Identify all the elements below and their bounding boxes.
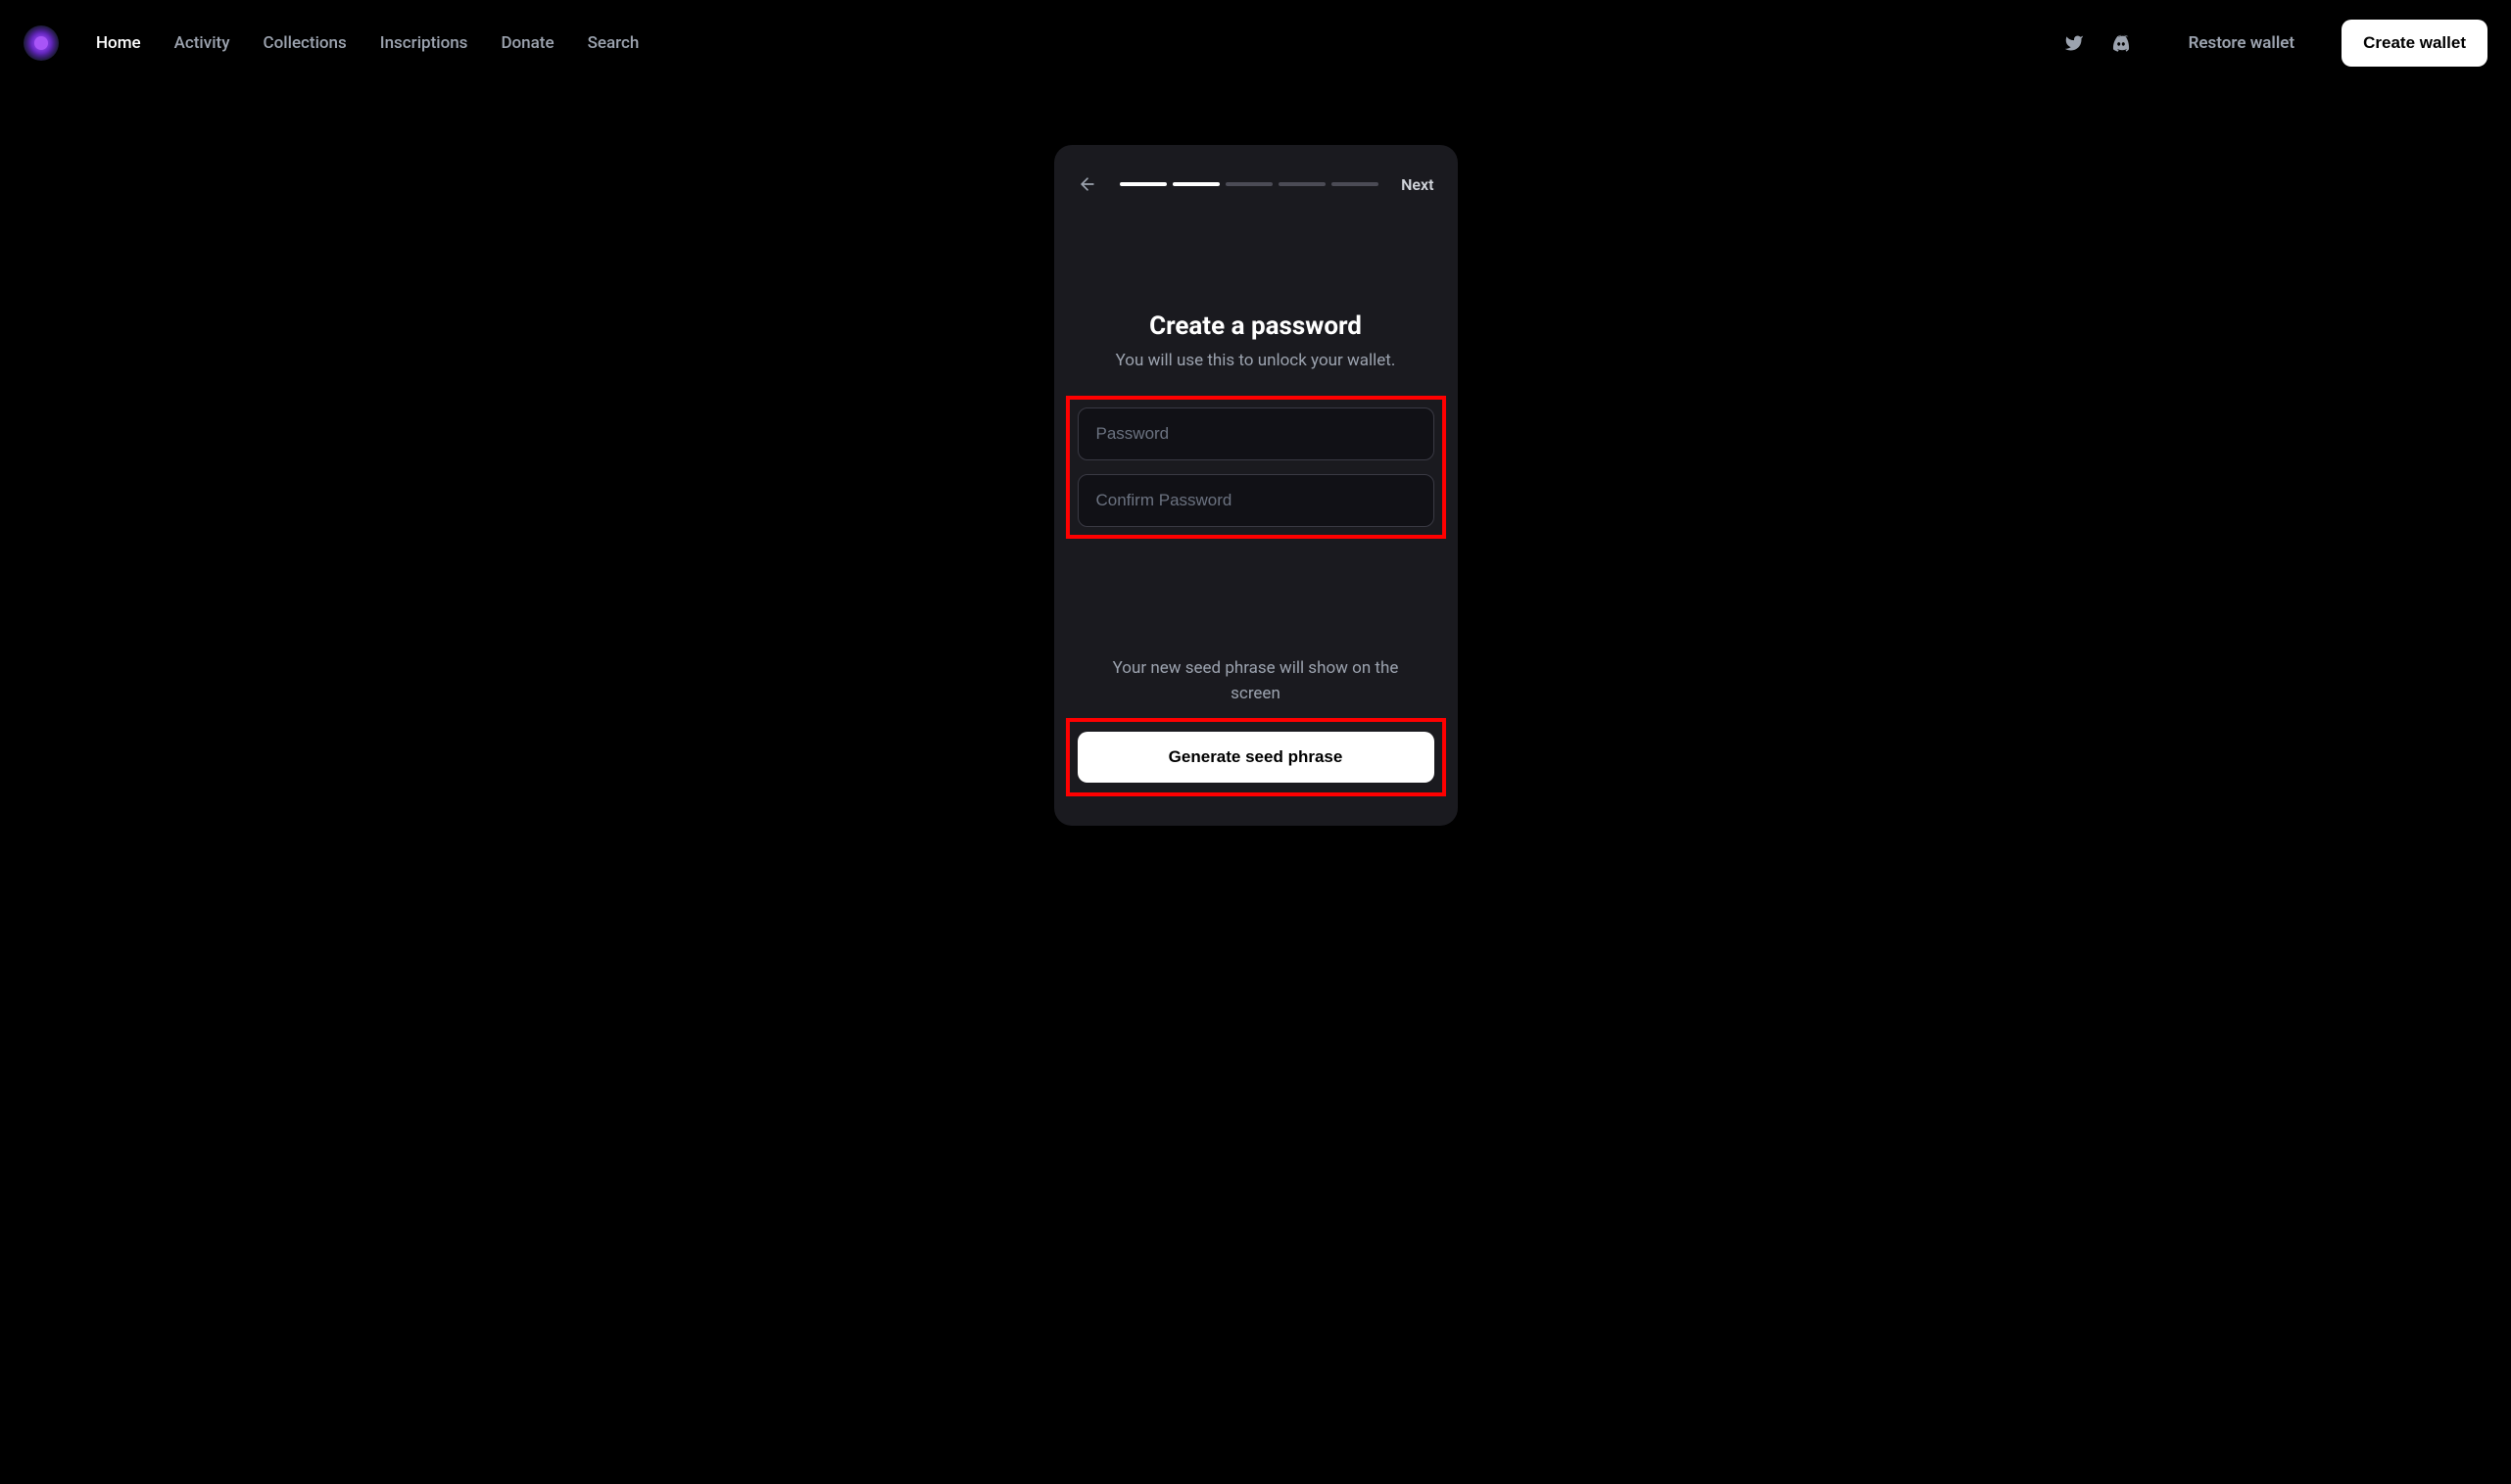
progress-step-1	[1120, 182, 1167, 186]
nav-search[interactable]: Search	[588, 33, 640, 53]
nav-home[interactable]: Home	[96, 33, 141, 53]
social-icons	[2063, 32, 2132, 54]
progress-indicator	[1117, 182, 1382, 186]
nav-links: Home Activity Collections Inscriptions D…	[96, 33, 639, 53]
generate-button-highlight: Generate seed phrase	[1066, 718, 1446, 796]
progress-step-5	[1331, 182, 1378, 186]
form-subtitle: You will use this to unlock your wallet.	[1078, 351, 1434, 370]
app-logo-icon[interactable]	[24, 25, 59, 61]
progress-step-3	[1226, 182, 1273, 186]
password-input[interactable]	[1078, 407, 1434, 460]
restore-wallet-link[interactable]: Restore wallet	[2189, 33, 2295, 53]
nav-donate[interactable]: Donate	[501, 33, 554, 53]
nav-collections[interactable]: Collections	[264, 33, 347, 53]
panel-header: Next	[1078, 174, 1434, 194]
twitter-icon[interactable]	[2063, 32, 2085, 54]
progress-step-2	[1173, 182, 1220, 186]
discord-icon[interactable]	[2110, 32, 2132, 54]
next-button[interactable]: Next	[1401, 175, 1433, 194]
center-wrap: Next Create a password You will use this…	[0, 86, 2511, 826]
progress-step-4	[1279, 182, 1326, 186]
create-wallet-button[interactable]: Create wallet	[2342, 20, 2487, 67]
confirm-password-input[interactable]	[1078, 474, 1434, 527]
form-title: Create a password	[1078, 311, 1434, 341]
back-arrow-icon[interactable]	[1078, 174, 1097, 194]
nav-inscriptions[interactable]: Inscriptions	[380, 33, 468, 53]
seed-phrase-note: Your new seed phrase will show on the sc…	[1078, 656, 1434, 706]
top-navigation: Home Activity Collections Inscriptions D…	[0, 0, 2511, 86]
nav-activity[interactable]: Activity	[174, 33, 230, 53]
wallet-setup-panel: Next Create a password You will use this…	[1054, 145, 1458, 826]
generate-seed-phrase-button[interactable]: Generate seed phrase	[1078, 732, 1434, 783]
password-fields-highlight	[1066, 396, 1446, 539]
